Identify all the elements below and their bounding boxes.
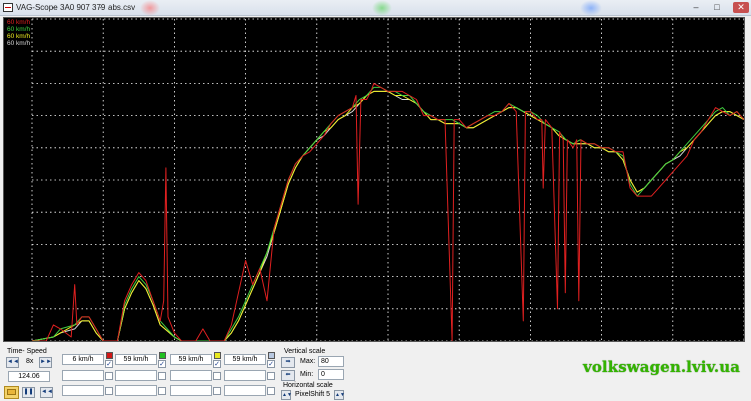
channel-empty-field [115,385,157,396]
pause-button[interactable]: ❚❚ [22,387,35,398]
title-separator: - [52,3,55,12]
vertical-scale-label: Vertical scale [284,348,326,355]
channel-value-2: 59 km/h [115,354,157,365]
close-button[interactable]: ✕ [733,2,749,13]
playback-speed: 8x [26,358,34,365]
vertical-min-label: Min: [300,371,314,378]
fast-forward-button[interactable]: ►► [39,357,52,368]
arrow-left-icon: ⬅ [285,372,291,378]
channel-empty-checkbox[interactable] [105,372,113,380]
channel-color-swatch[interactable] [106,352,113,359]
titlebar-glow [372,0,392,16]
horizontal-scale-label: Horizontal scale [283,382,333,389]
channel-empty-checkbox[interactable] [267,372,275,380]
channel-empty-field [224,385,266,396]
time-speed-label: Time- Speed [7,348,47,355]
step-back-button[interactable]: ◄◄ [40,387,53,398]
watermark: volkswagen.lviv.ua [583,358,741,376]
channel-empty-field [115,370,157,381]
spin-arrows-icon: ▲▼ [282,392,292,398]
time-position-field[interactable]: 124.06 [8,371,50,382]
channel-visible-checkbox[interactable]: ✓ [158,360,166,368]
channel-empty-field [62,370,104,381]
channel-value-3: 59 km/h [170,354,212,365]
title-bar[interactable]: VAG-Scope - 3A0 907 379 - abs.csv – □ ✕ [0,0,751,16]
control-panel: Time- Speed ◄◄ 8x ►► 124.06 ❚❚ ◄◄ 6 km/h… [0,343,751,401]
channel-value-4: 59 km/h [224,354,266,365]
minimize-button[interactable]: – [690,2,702,13]
channel-empty-field [170,370,212,381]
channel-empty-checkbox[interactable] [267,387,275,395]
pause-icon: ❚❚ [23,389,34,395]
channel-empty-checkbox[interactable] [213,372,221,380]
channel-empty-field [62,385,104,396]
vertical-max-field[interactable]: 80 [318,356,344,367]
channel-empty-checkbox[interactable] [158,372,166,380]
horizontal-scale-value: PixelShift 5 [295,391,331,398]
legend-item-4: 60 km/h [7,40,31,47]
channel-visible-checkbox[interactable]: ✓ [267,360,275,368]
channel-color-swatch[interactable] [214,352,221,359]
channel-empty-checkbox[interactable] [213,387,221,395]
channel-empty-field [170,385,212,396]
app-icon[interactable] [3,3,13,12]
channel-color-swatch[interactable] [159,352,166,359]
scope-plot [31,18,744,341]
channel-value-1: 6 km/h [62,354,104,365]
scope-chart[interactable]: 60 km/h 60 km/h 60 km/h 60 km/h [3,17,745,342]
horizontal-scale-spinner[interactable]: ▲▼ [281,390,292,400]
title-separator: - [99,3,102,12]
window-title-file: abs.csv [108,3,136,12]
titlebar-glow [140,0,160,16]
spin-arrows-icon: ▲▼ [335,392,345,398]
arrow-right-icon: ➡ [285,359,291,365]
folder-icon [7,389,16,395]
vertical-max-button[interactable]: ➡ [281,357,295,368]
rewind-button[interactable]: ◄◄ [6,357,19,368]
legend-item-3: 60 km/h [7,33,31,40]
channel-empty-checkbox[interactable] [105,387,113,395]
legend-item-1: 60 km/h [7,19,31,26]
vertical-min-button[interactable]: ⬅ [281,370,295,381]
channel-visible-checkbox[interactable]: ✓ [105,360,113,368]
channel-empty-field [224,370,266,381]
maximize-button[interactable]: □ [711,2,723,13]
channel-empty-checkbox[interactable] [158,387,166,395]
vertical-max-label: Max: [300,358,316,365]
legend-item-2: 60 km/h [7,26,31,33]
channel-color-swatch[interactable] [268,352,275,359]
vertical-min-field[interactable]: 0 [318,369,344,380]
horizontal-scale-spinner[interactable]: ▲▼ [334,390,345,400]
open-folder-button[interactable] [4,386,19,399]
titlebar-glow [580,0,602,16]
channel-visible-checkbox[interactable]: ✓ [213,360,221,368]
